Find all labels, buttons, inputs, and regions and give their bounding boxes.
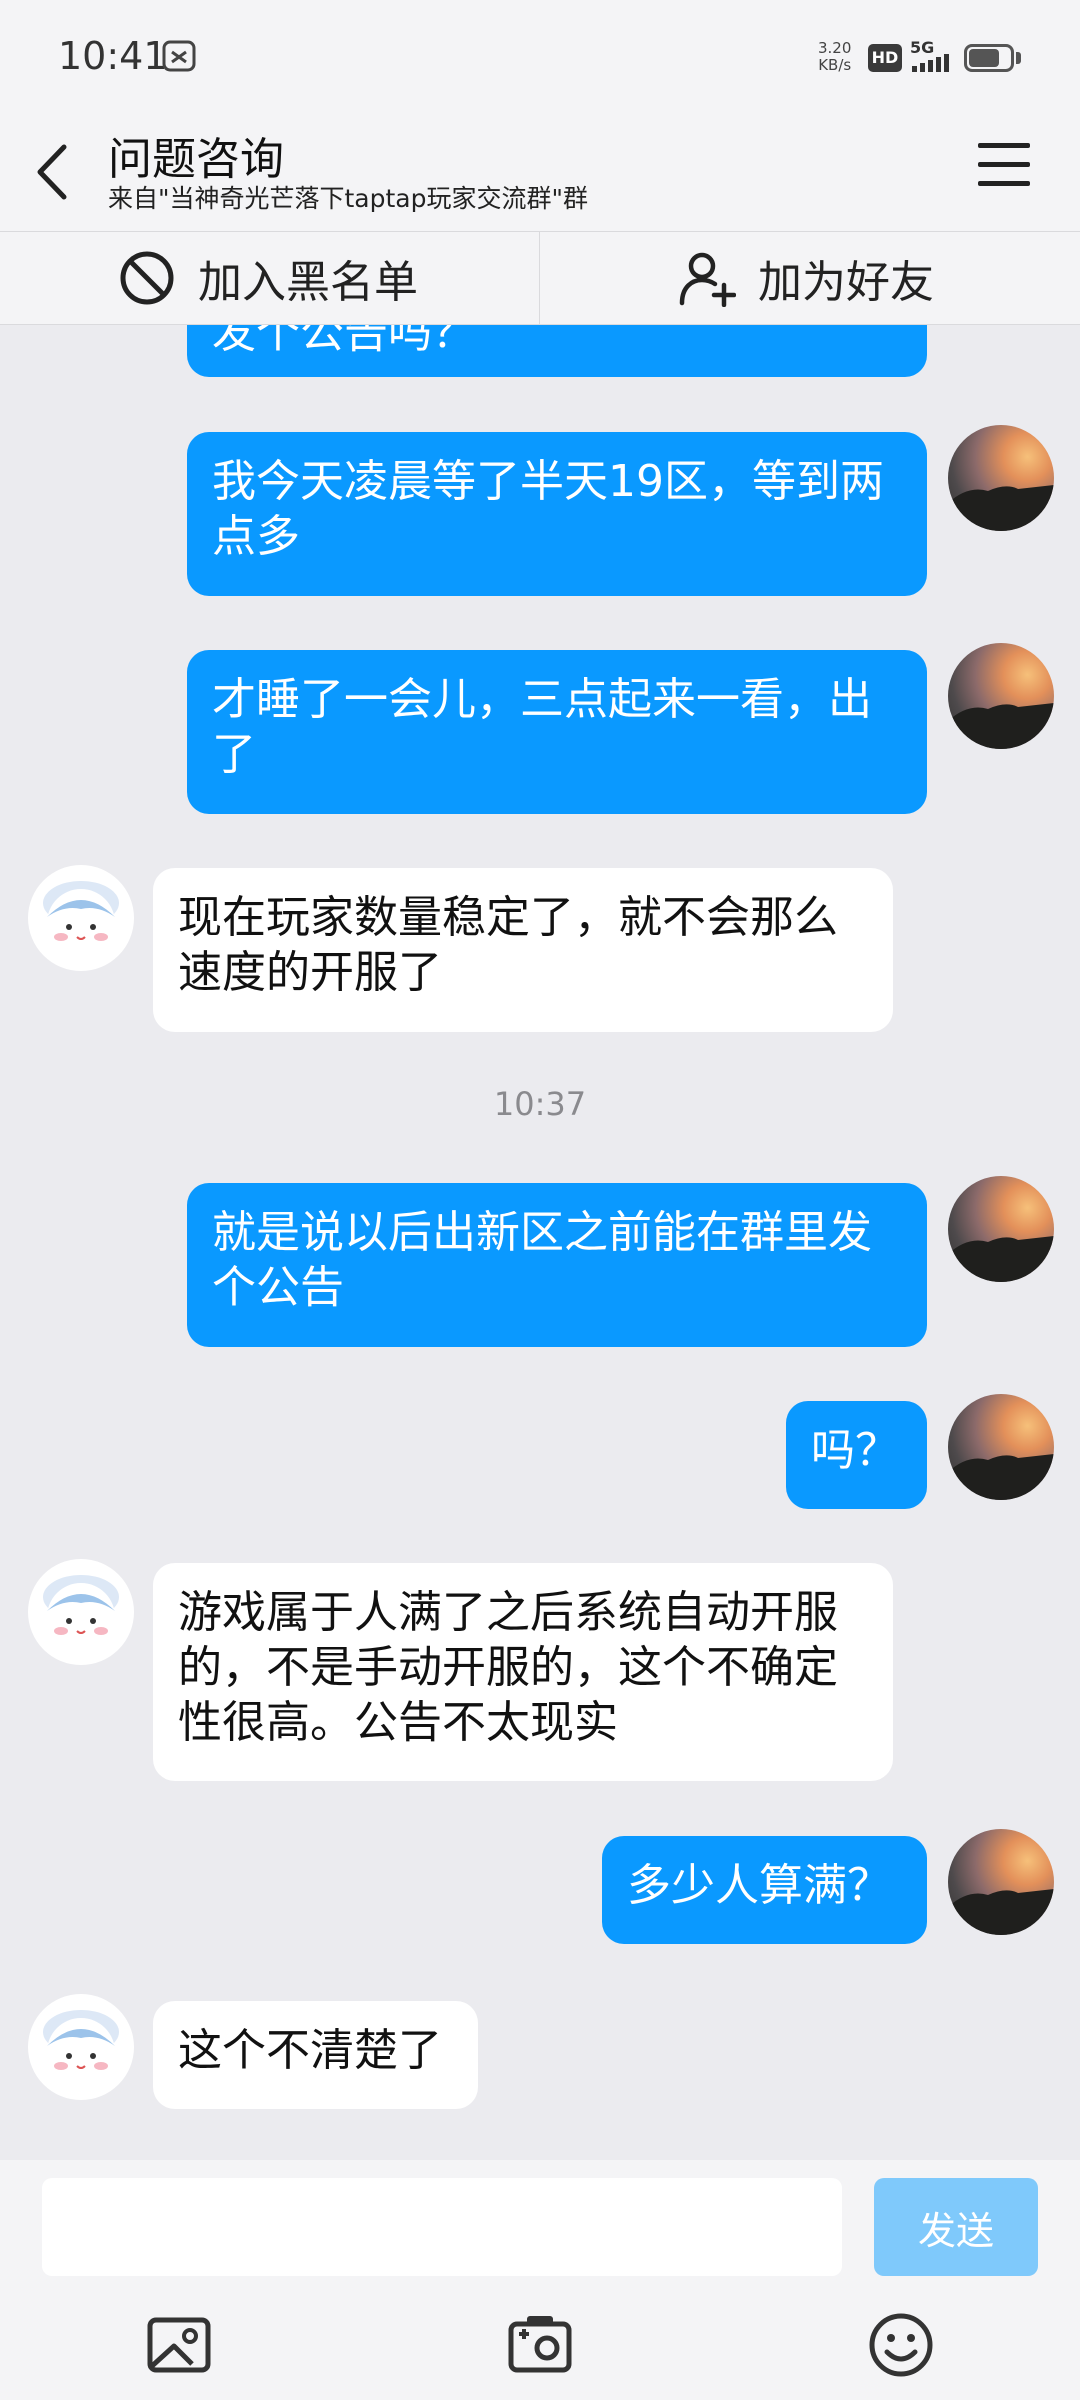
message-outgoing[interactable]: 我今天凌晨等了半天19区，等到两点多 <box>187 432 927 596</box>
add-friend-label: 加为好友 <box>758 257 934 308</box>
action-bar: 加入黑名单 加为好友 <box>0 231 1080 325</box>
chat-header: 问题咨询 来自"当神奇光芒落下taptap玩家交流群"群 <box>0 115 1080 231</box>
avatar-bot[interactable] <box>28 1559 134 1665</box>
message-outgoing[interactable]: 发个公告吗？ <box>187 325 927 377</box>
message-incoming[interactable]: 现在玩家数量稳定了，就不会那么速度的开服了 <box>153 868 893 1032</box>
avatar-self[interactable] <box>948 425 1054 531</box>
avatar-bot[interactable] <box>28 1994 134 2100</box>
battery-icon <box>964 44 1014 72</box>
page-title: 问题咨询 <box>108 134 284 185</box>
chat-messages: 发个公告吗？ 我今天凌晨等了半天19区，等到两点多 才睡了一会儿，三点起来一看，… <box>0 325 1080 2160</box>
emoji-icon[interactable] <box>866 2310 936 2380</box>
avatar-self[interactable] <box>948 1394 1054 1500</box>
avatar-self[interactable] <box>948 1176 1054 1282</box>
add-to-blacklist-label: 加入黑名单 <box>198 257 418 308</box>
menu-icon[interactable] <box>978 143 1030 197</box>
status-time: 10:41 <box>58 34 168 78</box>
add-friend-button[interactable]: 加为好友 <box>678 232 934 324</box>
page-subtitle: 来自"当神奇光芒落下taptap玩家交流群"群 <box>108 184 588 213</box>
avatar-self[interactable] <box>948 1829 1054 1935</box>
hd-badge: HD <box>868 44 902 72</box>
screen-record-icon <box>162 40 196 72</box>
action-divider <box>539 232 540 324</box>
camera-icon[interactable] <box>505 2310 575 2380</box>
add-user-icon <box>679 252 736 307</box>
image-icon[interactable] <box>144 2310 214 2380</box>
add-to-blacklist-button[interactable]: 加入黑名单 <box>118 232 418 324</box>
message-incoming[interactable]: 这个不清楚了 <box>153 2001 478 2109</box>
block-icon <box>120 251 174 305</box>
avatar-bot[interactable] <box>28 865 134 971</box>
avatar-self[interactable] <box>948 643 1054 749</box>
input-bar: 发送 <box>0 2160 1080 2400</box>
message-outgoing[interactable]: 就是说以后出新区之前能在群里发个公告 <box>187 1183 927 1347</box>
network-speed: 3.20 KB/s <box>818 39 852 74</box>
svg-text:5G: 5G <box>910 38 934 57</box>
status-bar: 10:41 3.20 KB/s HD 5G <box>0 0 1080 115</box>
message-outgoing[interactable]: 多少人算满？ <box>602 1836 927 1944</box>
signal-5g-icon: 5G <box>910 38 949 72</box>
message-incoming[interactable]: 游戏属于人满了之后系统自动开服的，不是手动开服的，这个不确定性很高。公告不太现实 <box>153 1563 893 1781</box>
send-button[interactable]: 发送 <box>874 2178 1038 2276</box>
message-outgoing[interactable]: 才睡了一会儿，三点起来一看，出了 <box>187 650 927 814</box>
message-outgoing[interactable]: 吗？ <box>786 1401 927 1509</box>
message-input[interactable] <box>42 2178 842 2276</box>
message-timestamp: 10:37 <box>493 1085 587 1123</box>
back-arrow-icon[interactable] <box>28 135 78 209</box>
